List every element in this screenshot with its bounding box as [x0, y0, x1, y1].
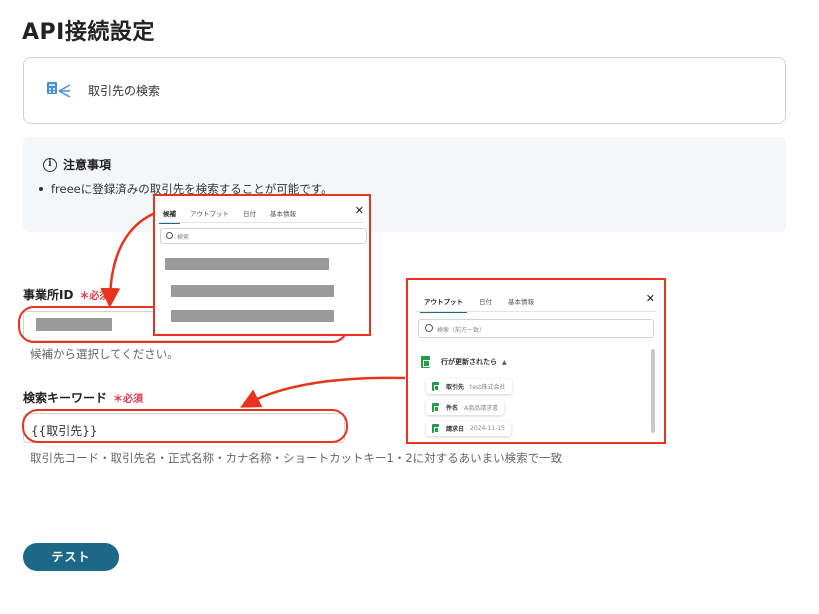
output-item-value: 2024-11-15 [470, 425, 505, 432]
page-title: API接続設定 [22, 20, 155, 45]
info-icon: i [43, 157, 57, 172]
tab-date[interactable]: 日付 [243, 208, 256, 218]
scrollbar[interactable] [651, 349, 655, 433]
candidates-popup: 候補 アウトプット 日付 基本情報 ✕ 検索 [153, 194, 371, 336]
keyword-helper: 取引先コード・取引先名・正式名称・カナ名称・ショートカットキー1・2に対するあい… [30, 451, 563, 465]
output-group[interactable]: 行が更新されたら ▲ [441, 357, 507, 367]
calculator-icon [47, 82, 71, 98]
tab-output[interactable]: アウトプット [190, 208, 229, 218]
output-group-label: 行が更新されたら [441, 358, 497, 366]
candidates-search-placeholder: 検索 [177, 234, 190, 241]
output-popup: アウトプット 日付 基本情報 ✕ 検索（前方一致） 行が更新されたら ▲ 取引先… [406, 278, 666, 444]
office-id-label: 事業所ID ＊必須 [23, 286, 109, 303]
output-item-key: 件名 [446, 405, 459, 412]
search-icon [425, 324, 433, 332]
keyword-label-text: 検索キーワード [23, 391, 108, 405]
candidates-tabs: 候補 アウトプット 日付 基本情報 [159, 208, 296, 224]
test-button[interactable]: テスト [23, 543, 119, 571]
search-icon [166, 232, 173, 239]
spreadsheet-icon [421, 356, 430, 368]
tab-date[interactable]: 日付 [479, 296, 492, 306]
close-icon[interactable]: ✕ [646, 292, 655, 305]
tab-basic-info[interactable]: 基本情報 [270, 208, 296, 218]
close-icon[interactable]: ✕ [355, 204, 364, 217]
arrow-to-keyword [240, 376, 406, 408]
divider [416, 311, 656, 312]
output-item-value: A商品請求書 [464, 405, 499, 412]
keyword-highlight [22, 409, 348, 443]
spreadsheet-icon [432, 403, 440, 412]
bullet-dot [39, 187, 43, 191]
office-id-required: ＊必須 [79, 291, 110, 302]
chevron-up-icon: ▲ [502, 358, 507, 366]
tab-output[interactable]: アウトプット [420, 296, 467, 313]
output-search-input[interactable]: 検索（前方一致） [418, 319, 654, 338]
output-item[interactable]: 請求日 2024-11-15 [426, 421, 511, 436]
action-card[interactable]: 取引先の検索 [23, 57, 786, 124]
divider [160, 222, 364, 223]
tab-basic-info[interactable]: 基本情報 [508, 296, 534, 306]
keyword-required: ＊必須 [113, 394, 144, 405]
keyword-label: 検索キーワード ＊必須 [23, 389, 143, 406]
office-id-label-text: 事業所ID [23, 288, 74, 302]
spreadsheet-icon [432, 382, 440, 391]
output-search-placeholder: 検索（前方一致） [437, 327, 486, 334]
output-item-value: test株式会社 [470, 384, 506, 391]
tab-candidates[interactable]: 候補 [159, 208, 180, 224]
candidates-search-input[interactable]: 検索 [160, 228, 367, 244]
output-item-key: 請求日 [446, 426, 465, 433]
output-item-key: 取引先 [446, 384, 465, 391]
candidate-item-masked[interactable] [171, 310, 334, 322]
candidate-item-masked[interactable] [171, 285, 334, 297]
output-tabs: アウトプット 日付 基本情報 [420, 296, 534, 313]
notice-box: i 注意事項 freeeに登録済みの取引先を検索することが可能です。 [23, 137, 786, 232]
action-label: 取引先の検索 [88, 84, 161, 98]
output-item[interactable]: 件名 A商品請求書 [426, 400, 505, 415]
spreadsheet-icon [432, 424, 440, 433]
output-item[interactable]: 取引先 test株式会社 [426, 379, 512, 394]
office-id-helper: 候補から選択してください。 [30, 347, 179, 361]
candidate-item-masked[interactable] [165, 258, 329, 270]
notice-title: 注意事項 [63, 158, 112, 172]
